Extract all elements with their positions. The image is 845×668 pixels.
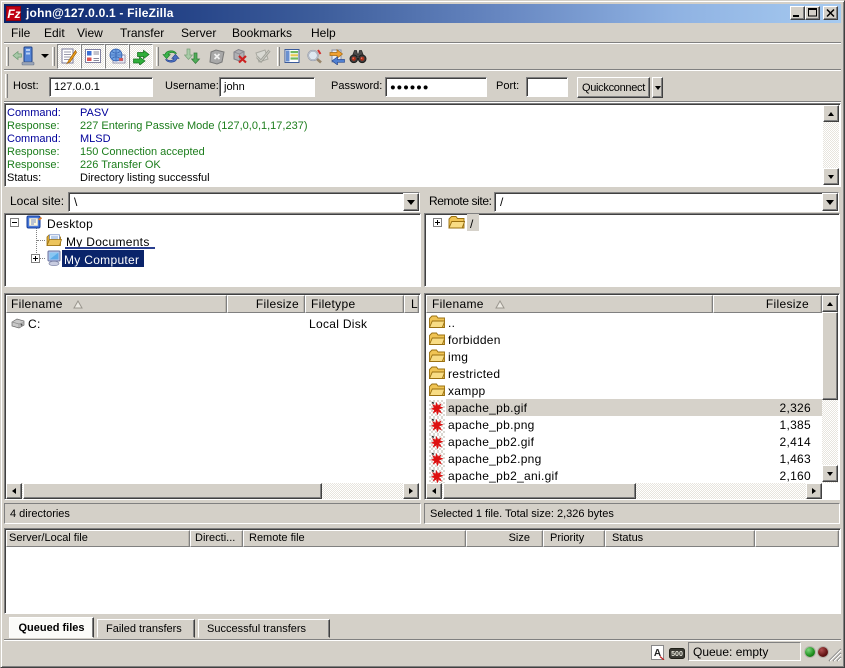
svg-text:Fz: Fz bbox=[7, 7, 20, 21]
svg-text:A: A bbox=[654, 648, 661, 659]
svg-text:500: 500 bbox=[671, 651, 683, 658]
